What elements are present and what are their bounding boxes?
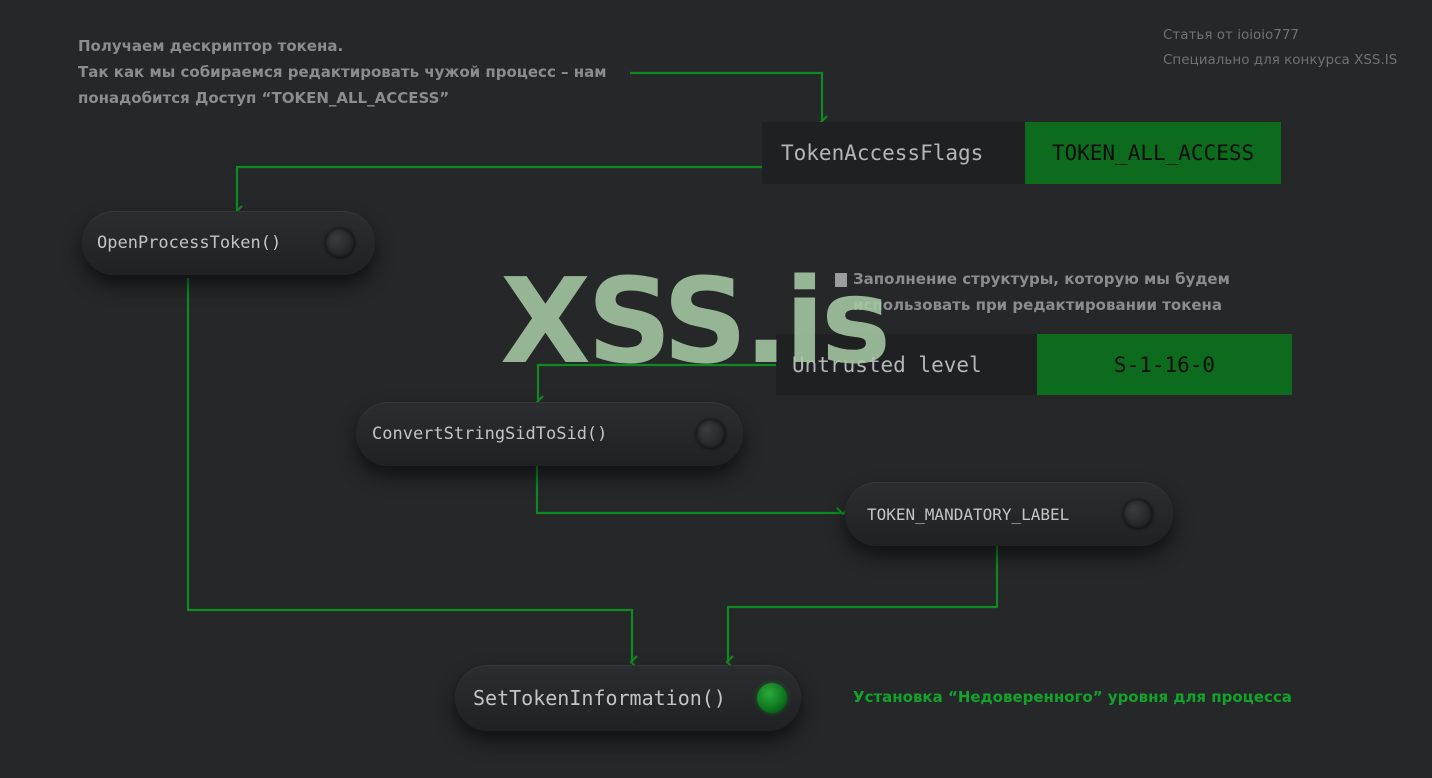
note-line: использовать при редактировании токена — [853, 296, 1223, 314]
node-token-mandatory-label[interactable]: TOKEN_MANDATORY_LABEL — [845, 482, 1173, 546]
node-label: ConvertStringSidToSid() — [372, 424, 608, 444]
note-install-level: Установка “Недоверенного” уровня для про… — [853, 688, 1292, 706]
node-open-process-token[interactable]: OpenProcessToken() — [82, 211, 375, 275]
param-access-label: TokenAccessFlags — [762, 122, 1025, 184]
status-dot-icon — [696, 419, 726, 449]
note-token-descriptor: Получаем дескриптор токена. Так как мы с… — [78, 33, 607, 111]
status-dot-icon — [1123, 499, 1153, 529]
param-level-value: S-1-16-0 — [1037, 334, 1292, 395]
node-convert-string-sid[interactable]: ConvertStringSidToSid() — [356, 402, 743, 466]
note-line: Получаем дескриптор токена. — [78, 37, 344, 55]
credit-line: Специально для конкурса XSS.IS — [1163, 52, 1398, 68]
note-line: понадобится Доступ “TOKEN_ALL_ACCESS” — [78, 89, 450, 107]
note-line: Так как мы собираемся редактировать чужо… — [78, 63, 607, 81]
connector-convert-to-label — [535, 466, 850, 516]
node-label: OpenProcessToken() — [97, 233, 282, 253]
note-line: Заполнение структуры, которую мы будем — [853, 270, 1230, 288]
credit-line: Статья от ioioio777 — [1163, 27, 1300, 43]
connector-access-to-open — [234, 165, 762, 219]
active-status-dot-icon — [757, 683, 787, 713]
connector-label-to-set — [725, 546, 999, 669]
note-fill-structure: Заполнение структуры, которую мы будем и… — [853, 266, 1230, 318]
node-label: SetTokenInformation() — [473, 686, 726, 710]
xss-watermark-logo: XSS.is — [500, 252, 891, 390]
connector-note-to-access — [630, 71, 828, 129]
node-label: TOKEN_MANDATORY_LABEL — [867, 504, 1070, 524]
node-set-token-information[interactable]: SetTokenInformation() — [455, 665, 801, 731]
status-dot-icon — [325, 228, 355, 258]
author-credit: Статья от ioioio777 Специально для конку… — [1163, 23, 1397, 73]
param-access-value: TOKEN_ALL_ACCESS — [1025, 122, 1281, 184]
